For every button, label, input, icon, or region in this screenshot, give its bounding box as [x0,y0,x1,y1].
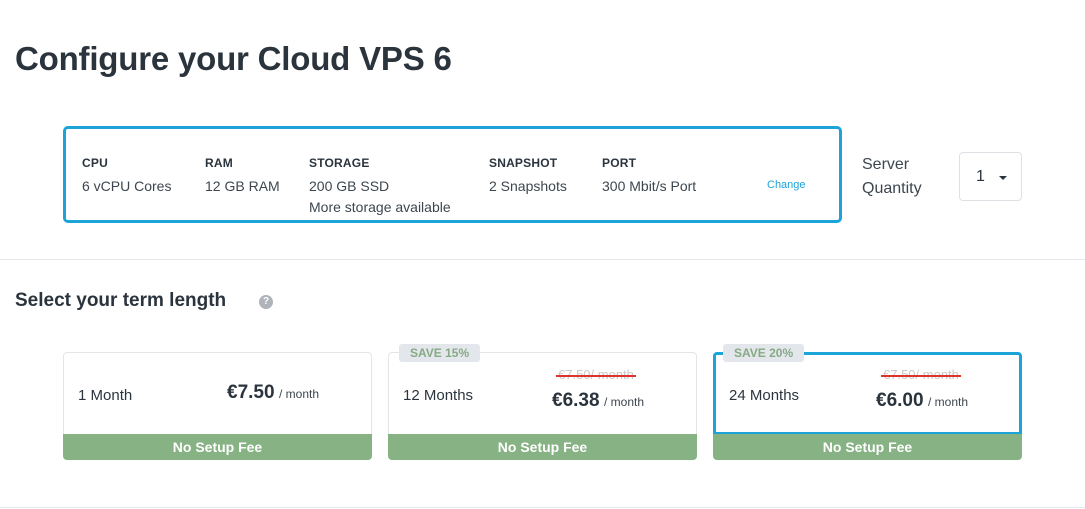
caret-down-icon [999,176,1007,180]
spec-value: 2 Snapshots [489,178,567,194]
term-option-1-month[interactable]: 1 Month €7.50 / month No Setup Fee [63,352,372,460]
spec-cpu: CPU 6 vCPU Cores [82,156,171,194]
change-link[interactable]: Change [767,179,806,191]
price-amount: €6.38 [552,390,600,411]
setup-fee-bar: No Setup Fee [63,434,372,460]
spec-label: SNAPSHOT [489,156,558,170]
configure-page: Configure your Cloud VPS 6 CPU 6 vCPU Co… [0,0,1085,509]
page-title: Configure your Cloud VPS 6 [15,40,452,77]
term-name: 24 Months [729,387,800,404]
price-block: €6.00 / month [876,390,968,412]
term-card-body: 1 Month €7.50 / month [63,352,372,434]
price-amount: €6.00 [876,390,924,411]
price-unit: / month [279,387,320,401]
setup-fee-bar: No Setup Fee [388,434,697,460]
spec-ram: RAM 12 GB RAM [205,156,280,194]
spec-value: 300 Mbit/s Port [602,178,697,194]
term-name: 1 Month [78,387,133,404]
server-quantity-label: Server Quantity [862,156,922,197]
term-card-body: 24 Months €7.50/ month €6.00 / month [713,352,1022,435]
save-badge: SAVE 20% [723,344,805,362]
spec-value: 6 vCPU Cores [82,178,172,194]
price-unit: / month [928,395,969,409]
price-block: €6.38 / month [552,390,644,412]
term-section-title: Select your term length [15,290,227,311]
server-quantity-select[interactable]: 1 [959,152,1022,201]
spec-value: 200 GB SSD [309,178,390,194]
divider [0,259,1085,260]
term-option-24-months[interactable]: 24 Months €7.50/ month €6.00 / month SAV… [713,344,1022,460]
old-price: €7.50/ month [881,367,961,382]
old-price: €7.50/ month [556,367,636,382]
spec-label: STORAGE [309,156,370,170]
setup-fee-bar: No Setup Fee [713,434,1022,460]
term-card-body: 12 Months €7.50/ month €6.38 / month [388,352,697,434]
save-badge: SAVE 15% [399,344,481,362]
price-block: €7.50 / month [227,382,319,404]
divider [0,507,1085,508]
spec-extra: More storage available [309,199,451,215]
spec-value: 12 GB RAM [205,178,280,194]
price-unit: / month [604,395,645,409]
quantity-value: 1 [976,168,985,185]
spec-storage: STORAGE 200 GB SSD More storage availabl… [309,156,451,215]
help-icon[interactable]: ? [259,295,273,309]
term-name: 12 Months [403,387,474,404]
price-amount: €7.50 [227,382,275,403]
spec-label: RAM [205,156,233,170]
spec-label: PORT [602,156,637,170]
spec-summary-box: CPU 6 vCPU Cores RAM 12 GB RAM STORAGE 2… [63,126,842,223]
spec-port: PORT 300 Mbit/s Port [602,156,696,194]
spec-snapshot: SNAPSHOT 2 Snapshots [489,156,567,194]
term-option-12-months[interactable]: 12 Months €7.50/ month €6.38 / month SAV… [388,344,697,460]
spec-label: CPU [82,156,108,170]
